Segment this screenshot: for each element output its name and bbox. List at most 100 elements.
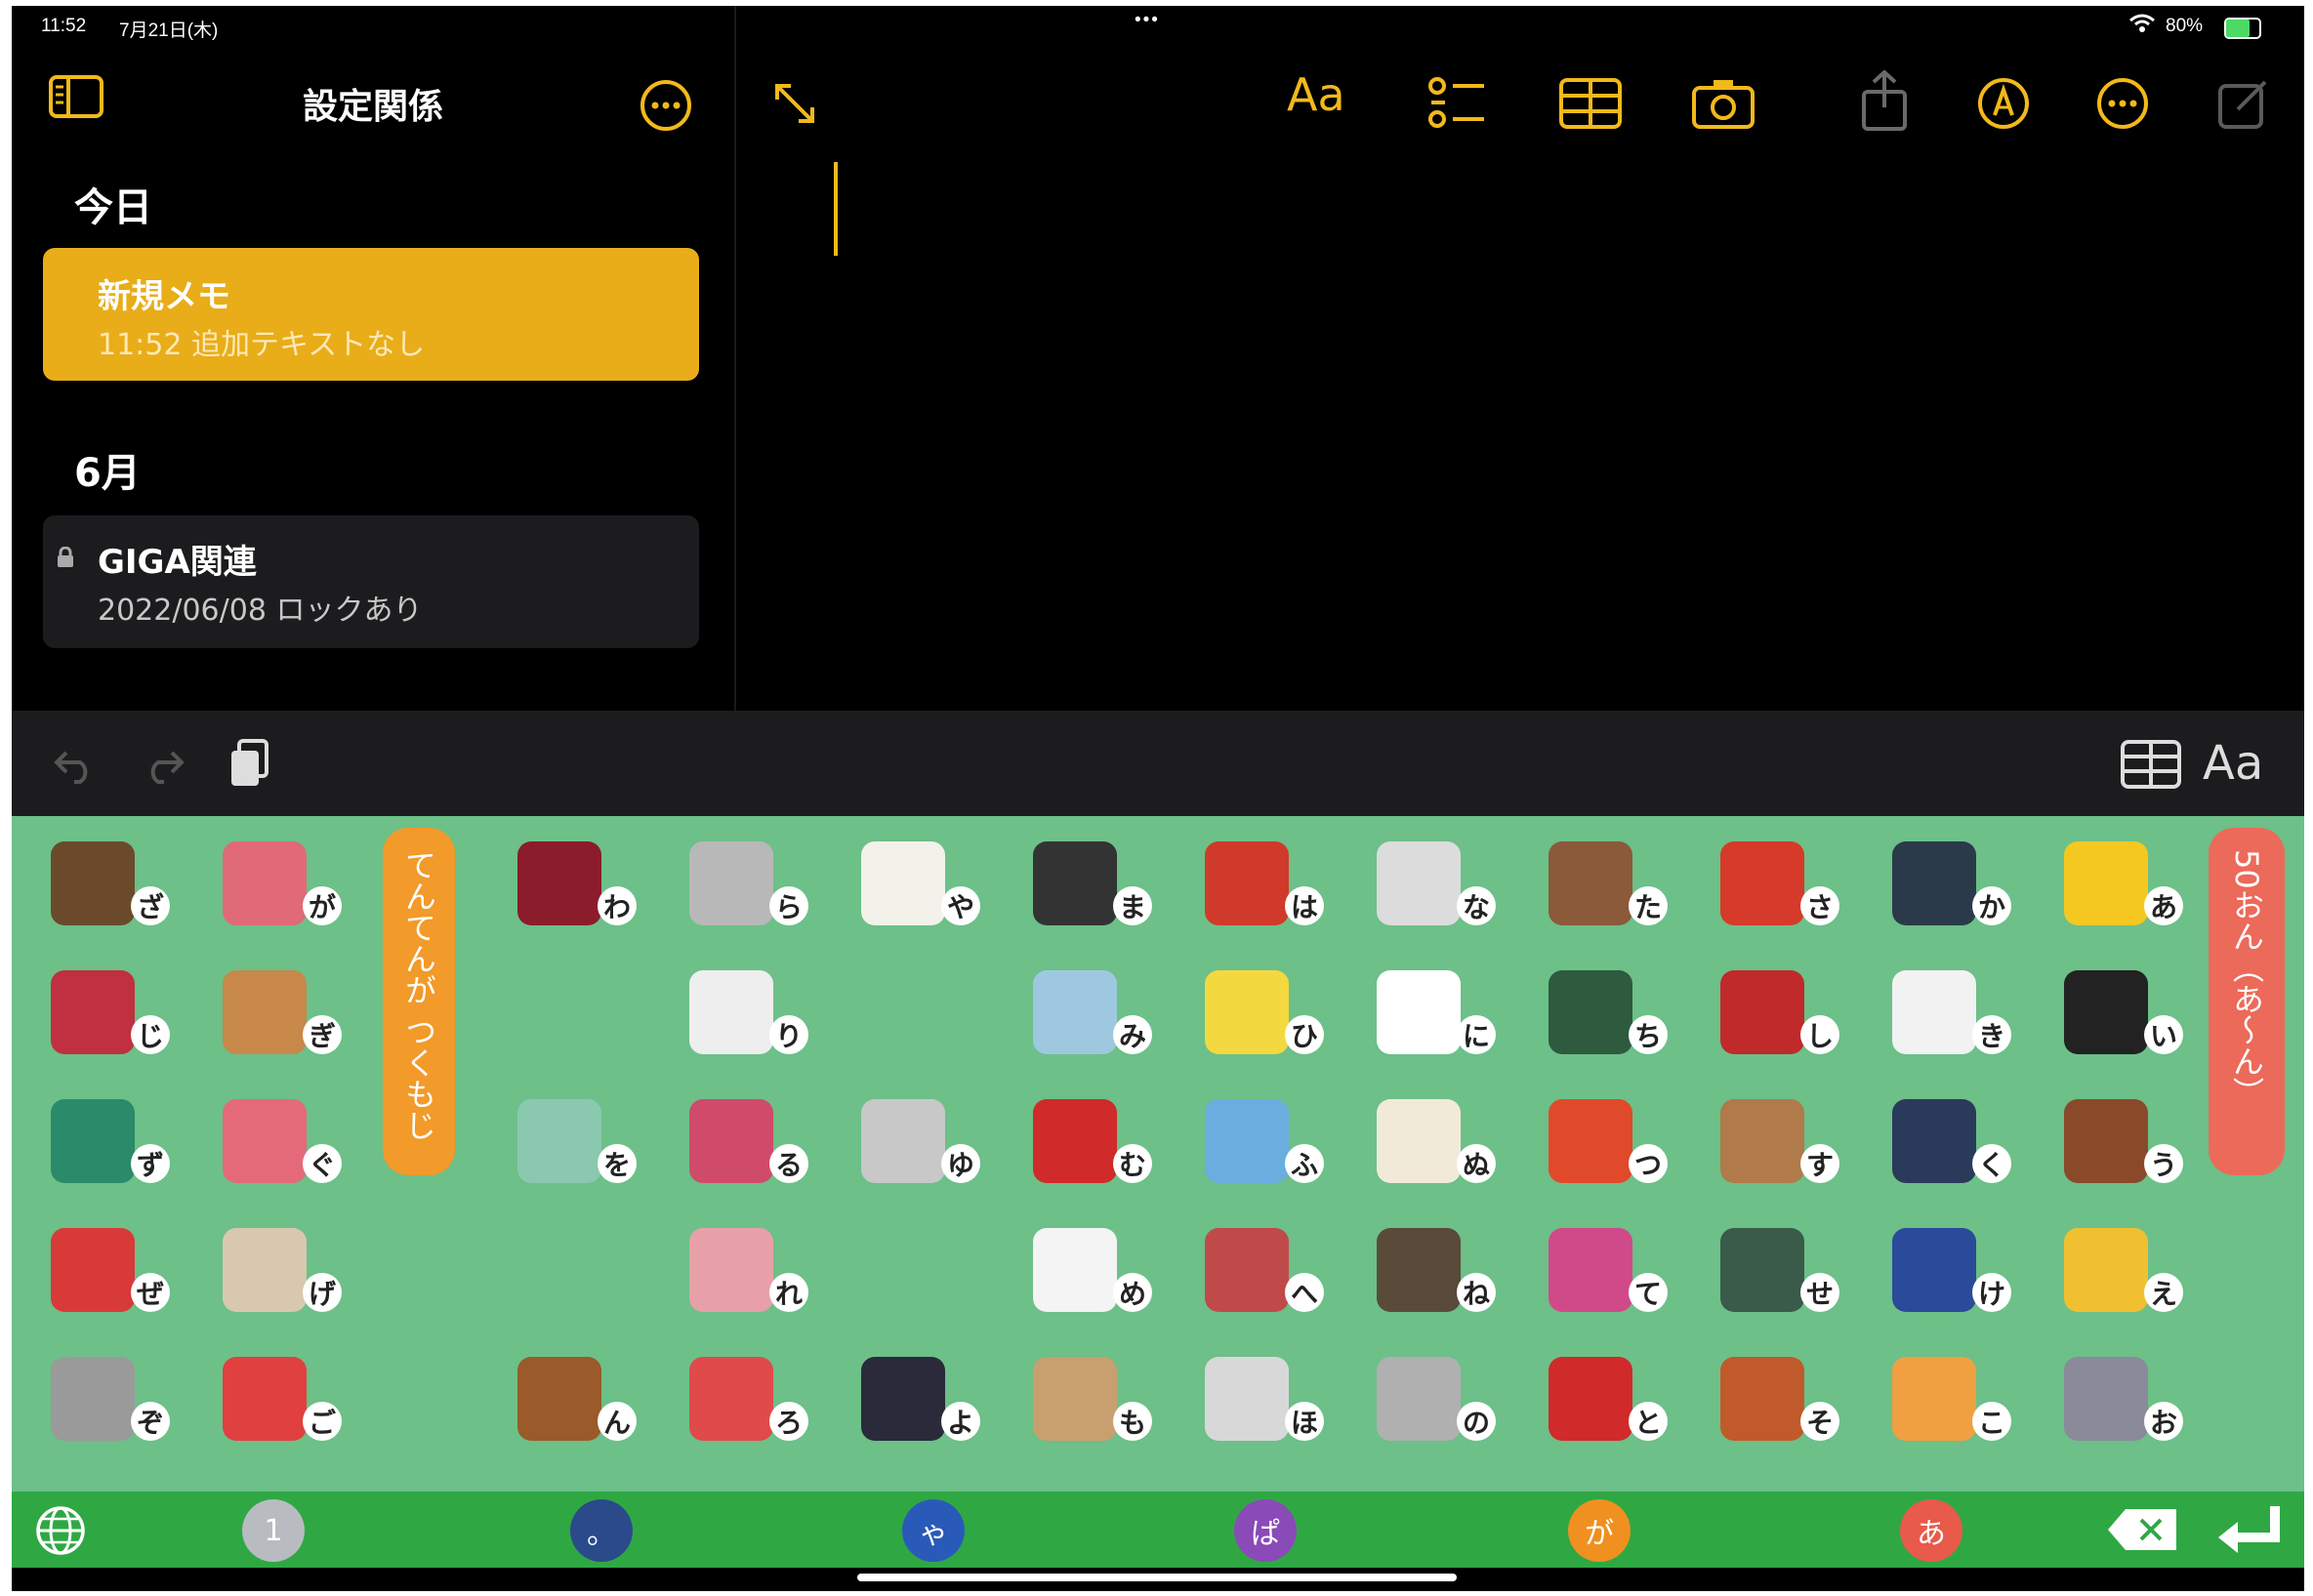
- kana-key[interactable]: ひ: [1187, 966, 1334, 1074]
- kana-key[interactable]: も: [1015, 1353, 1162, 1460]
- kana-key[interactable]: た: [1531, 838, 1677, 945]
- kana-label: ま: [1113, 886, 1152, 925]
- kana-key[interactable]: お: [2046, 1353, 2193, 1460]
- more-options-icon[interactable]: [637, 76, 695, 135]
- mode-button[interactable]: が: [1568, 1499, 1631, 1562]
- kana-key[interactable]: ふ: [1187, 1095, 1334, 1203]
- kana-key[interactable]: ぞ: [33, 1353, 180, 1460]
- insert-table-icon[interactable]: [2119, 738, 2183, 791]
- kana-key[interactable]: ゆ: [844, 1095, 990, 1203]
- phone-icon: [1892, 1228, 1976, 1312]
- kana-key[interactable]: ぎ: [205, 966, 351, 1074]
- markup-icon[interactable]: [1974, 74, 2033, 133]
- table-icon[interactable]: [1558, 74, 1623, 133]
- kana-key[interactable]: ま: [1015, 838, 1162, 945]
- mode-button[interactable]: ぱ: [1234, 1499, 1297, 1562]
- delete-icon[interactable]: [2103, 1501, 2181, 1558]
- camera-icon[interactable]: [1691, 74, 1755, 133]
- checklist-icon[interactable]: [1425, 74, 1488, 133]
- kana-key[interactable]: す: [1703, 1095, 1849, 1203]
- redo-icon[interactable]: [139, 740, 187, 789]
- wine-icon: [517, 841, 601, 925]
- kana-key[interactable]: く: [1875, 1095, 2021, 1203]
- kana-key[interactable]: ほ: [1187, 1353, 1334, 1460]
- robot-icon: [689, 841, 773, 925]
- compose-icon[interactable]: [2214, 74, 2273, 133]
- kana-key[interactable]: み: [1015, 966, 1162, 1074]
- clipboard-icon[interactable]: [225, 736, 273, 791]
- helmet-icon: [861, 1357, 945, 1441]
- mode-button[interactable]: 1: [242, 1499, 305, 1562]
- kana-key[interactable]: ご: [205, 1353, 351, 1460]
- kana-key[interactable]: ち: [1531, 966, 1677, 1074]
- multitasking-dots[interactable]: •••: [1135, 10, 1160, 31]
- kana-key[interactable]: げ: [205, 1224, 351, 1331]
- kana-key[interactable]: う: [2046, 1095, 2193, 1203]
- kana-key[interactable]: し: [1703, 966, 1849, 1074]
- return-icon[interactable]: [2214, 1497, 2285, 1562]
- gojuon-tab[interactable]: 50おん（あ〜ん）: [2209, 828, 2285, 1175]
- kana-key[interactable]: こ: [1875, 1353, 2021, 1460]
- kana-key[interactable]: む: [1015, 1095, 1162, 1203]
- mode-button[interactable]: ゃ: [902, 1499, 965, 1562]
- kana-key[interactable]: め: [1015, 1224, 1162, 1331]
- kana-key[interactable]: や: [844, 838, 990, 945]
- kana-label: あ: [2144, 886, 2183, 925]
- kana-key[interactable]: ぜ: [33, 1224, 180, 1331]
- kana-label: め: [1113, 1273, 1152, 1312]
- kana-key[interactable]: ろ: [672, 1353, 818, 1460]
- kana-key[interactable]: ね: [1359, 1224, 1506, 1331]
- kana-key[interactable]: け: [1875, 1224, 2021, 1331]
- note-item-new[interactable]: 新規メモ 11:52 追加テキストなし: [43, 248, 699, 381]
- kana-key[interactable]: か: [1875, 838, 2021, 945]
- undo-icon[interactable]: [51, 740, 100, 789]
- kana-key[interactable]: ざ: [33, 838, 180, 945]
- kana-key[interactable]: ぬ: [1359, 1095, 1506, 1203]
- kana-key[interactable]: じ: [33, 966, 180, 1074]
- kana-key[interactable]: と: [1531, 1353, 1677, 1460]
- kana-key[interactable]: そ: [1703, 1353, 1849, 1460]
- kana-key[interactable]: へ: [1187, 1224, 1334, 1331]
- kana-key[interactable]: に: [1359, 966, 1506, 1074]
- home-indicator[interactable]: [857, 1574, 1457, 1581]
- kana-key[interactable]: い: [2046, 966, 2193, 1074]
- kana-key[interactable]: る: [672, 1095, 818, 1203]
- kana-label: ゆ: [941, 1144, 980, 1183]
- share-icon[interactable]: [1855, 68, 1914, 133]
- kana-key[interactable]: き: [1875, 966, 2021, 1074]
- kana-key[interactable]: は: [1187, 838, 1334, 945]
- kana-key[interactable]: な: [1359, 838, 1506, 945]
- kana-key[interactable]: ぐ: [205, 1095, 351, 1203]
- note-more-icon[interactable]: [2093, 74, 2152, 133]
- kana-key[interactable]: を: [500, 1095, 646, 1203]
- kana-key[interactable]: つ: [1531, 1095, 1677, 1203]
- kana-key[interactable]: ら: [672, 838, 818, 945]
- kana-label: ぜ: [131, 1273, 170, 1312]
- kana-key[interactable]: せ: [1703, 1224, 1849, 1331]
- kana-key[interactable]: て: [1531, 1224, 1677, 1331]
- dakuten-tab[interactable]: てんてんが つくもじ: [383, 828, 455, 1175]
- kana-key[interactable]: が: [205, 838, 351, 945]
- kana-key[interactable]: り: [672, 966, 818, 1074]
- note-item-giga[interactable]: GIGA関連 2022/06/08 ロックあり: [43, 515, 699, 648]
- pot-icon: [1377, 841, 1461, 925]
- input-accessory-toolbar: Aa: [12, 711, 2304, 816]
- kana-label: き: [1972, 1015, 2011, 1054]
- kana-key[interactable]: ず: [33, 1095, 180, 1203]
- kana-key[interactable]: ん: [500, 1353, 646, 1460]
- kana-key[interactable]: あ: [2046, 838, 2193, 945]
- kana-key[interactable]: さ: [1703, 838, 1849, 945]
- mode-button[interactable]: 。: [570, 1499, 633, 1562]
- format-text-button[interactable]: Aa: [1287, 68, 1345, 121]
- kana-key[interactable]: れ: [672, 1224, 818, 1331]
- santa-icon: [1720, 841, 1804, 925]
- faucet-icon: [1033, 970, 1117, 1054]
- kana-key[interactable]: え: [2046, 1224, 2193, 1331]
- expand-icon[interactable]: [765, 74, 824, 133]
- kana-key[interactable]: の: [1359, 1353, 1506, 1460]
- kana-key[interactable]: よ: [844, 1353, 990, 1460]
- kana-key[interactable]: わ: [500, 838, 646, 945]
- globe-icon[interactable]: [31, 1501, 90, 1560]
- text-format-button[interactable]: Aa: [2203, 736, 2263, 791]
- mode-button[interactable]: あ: [1900, 1499, 1962, 1562]
